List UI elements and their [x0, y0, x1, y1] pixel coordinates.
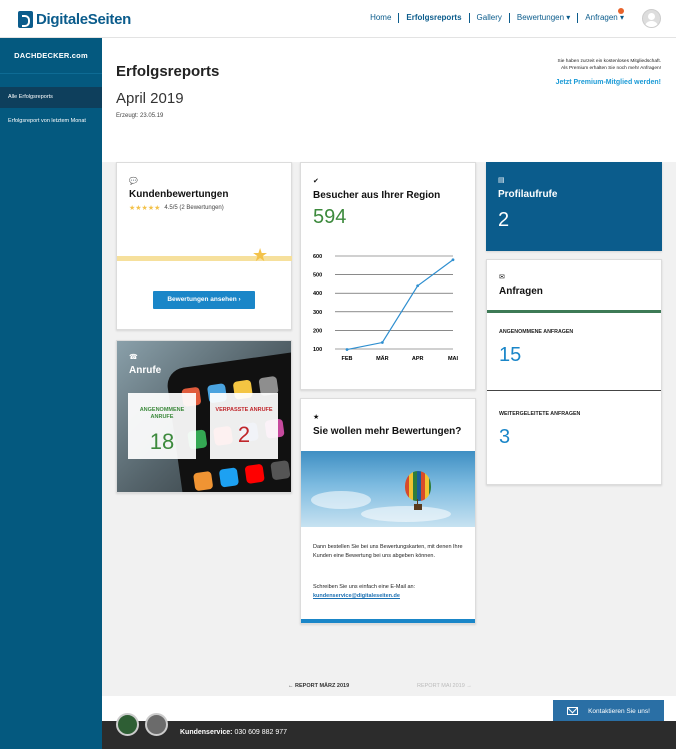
footer: Kundenservice: 030 609 882 977 — [102, 713, 676, 749]
profile-views-title: Profilaufrufe — [498, 189, 558, 200]
inquiries-title: Anfragen — [499, 286, 543, 297]
calls-card: ☎ Anrufe ANGENOMMENE ANRUFE 18 VERPASSTE… — [116, 340, 292, 493]
certificate-seal-icon — [145, 713, 168, 736]
nav-home[interactable]: Home — [363, 13, 398, 23]
site-logo[interactable]: DigitaleSeiten — [18, 9, 131, 29]
accepted-calls-value: 18 — [149, 429, 175, 454]
trust-seal-icon — [116, 713, 139, 736]
reviews-title: Kundenbewertungen — [129, 189, 229, 200]
y-tick-label: 200 — [313, 328, 322, 334]
customer-service: Kundenservice: 030 609 882 977 — [180, 729, 287, 736]
contact-button-label: Kontaktieren Sie uns! — [588, 707, 650, 715]
premium-link[interactable]: Jetzt Premium-Mitglied werden! — [556, 79, 661, 86]
balloon-photo — [301, 451, 475, 527]
premium-note-line-2: Als Premium erhalten Sie noch mehr Anfra… — [561, 65, 661, 71]
top-bar: DigitaleSeiten Home Erfolgsreports Galle… — [0, 0, 676, 38]
envelope-icon: ✉ — [499, 274, 505, 281]
email-prompt: Schreiben Sie uns einfach eine E-Mail an… — [313, 584, 416, 590]
accepted-calls-box: ANGENOMMENE ANRUFE 18 — [128, 393, 196, 459]
more-reviews-text: Dann bestellen Sie bei uns Bewertungskar… — [313, 544, 463, 559]
nav-bewertungen[interactable]: Bewertungen ▾ — [508, 13, 577, 23]
reviews-card: 💬 Kundenbewertungen ★★★★★ 4.5/5 (2 Bewer… — [116, 162, 292, 330]
id-card-icon: ▤ — [498, 177, 505, 184]
profile-views-card: ▤ Profilaufrufe 2 — [486, 162, 662, 251]
star-icon: ★ — [252, 245, 269, 265]
nav-anfragen[interactable]: Anfragen ▾ 2 — [577, 8, 631, 23]
missed-calls-label: VERPASSTE ANRUFE — [215, 407, 273, 413]
data-point — [451, 258, 455, 262]
dashboard-area: 💬 Kundenbewertungen ★★★★★ 4.5/5 (2 Bewer… — [102, 162, 676, 696]
inquiries-divider — [487, 390, 661, 391]
logo-text: DigitaleSeiten — [36, 10, 131, 28]
more-reviews-title: Sie wollen mehr Bewertungen? — [313, 426, 462, 437]
visitors-line-chart: 100 200 300 400 500 600 FEB MÄR APR MAI — [313, 254, 459, 362]
missed-calls-box: VERPASSTE ANRUFE 2 — [210, 393, 278, 459]
sidebar-item-last-month[interactable]: Erfolgsreport von letztem Monat — [0, 111, 102, 132]
notification-badge: 2 — [618, 8, 624, 14]
page-title: Erfolgsreports — [116, 63, 220, 80]
y-tick-label: 300 — [313, 310, 322, 316]
next-report-link: REPORT MAI 2019 → — [417, 683, 472, 689]
missed-calls-value: 2 — [237, 422, 251, 447]
x-tick-label: APR — [412, 356, 424, 362]
data-point — [345, 348, 349, 351]
page-header: Erfolgsreports April 2019 Erzeugt: 23.05… — [102, 38, 676, 162]
y-tick-label: 100 — [313, 347, 322, 353]
premium-note-line-1: Sie haben zurzeit ein kostenloses Mitgli… — [557, 59, 661, 64]
prev-report-link[interactable]: ← REPORT MÄRZ 2019 — [288, 683, 349, 689]
main-nav: Home Erfolgsreports Gallery Bewertungen … — [363, 8, 631, 23]
created-date: Erzeugt: 23.05.19 — [116, 113, 164, 119]
hot-air-balloon-image — [405, 471, 431, 501]
stars-icon: ★★★★★ — [129, 205, 161, 212]
accepted-calls-label: ANGENOMMENE ANRUFE — [139, 407, 185, 420]
speech-bubble-icon: 💬 — [129, 178, 138, 185]
nav-anfragen-label: Anfragen ▾ — [585, 13, 624, 22]
email-line: kundenservice@digitaleseiten.de — [313, 592, 468, 601]
sidebar: DACHDECKER.com Alle Erfolgsreports Erfol… — [0, 38, 102, 749]
customer-service-phone[interactable]: 030 609 882 977 — [234, 729, 287, 736]
visitors-series-line — [346, 259, 454, 351]
customer-service-label: Kundenservice: — [180, 729, 233, 736]
email-link[interactable]: kundenservice@digitaleseiten.de — [313, 593, 400, 599]
forwarded-inquiries-value: 3 — [499, 426, 511, 448]
nav-erfolgsreports[interactable]: Erfolgsreports — [398, 13, 468, 23]
phone-icon: ☎ — [129, 354, 138, 361]
y-tick-label: 600 — [313, 254, 322, 260]
sidebar-item-all-reports[interactable]: Alle Erfolgsreports — [0, 87, 102, 108]
main-content: Erfolgsreports April 2019 Erzeugt: 23.05… — [102, 38, 676, 749]
y-tick-label: 400 — [313, 291, 322, 297]
view-reviews-button[interactable]: Bewertungen ansehen › — [153, 291, 255, 309]
x-tick-label: FEB — [342, 356, 353, 362]
x-tick-label: MAI — [448, 356, 459, 362]
data-point — [416, 284, 420, 288]
rating-text: 4.5/5 (2 Bewertungen) — [164, 205, 224, 211]
accepted-inquiries-value: 15 — [499, 344, 522, 366]
sidebar-logo: DACHDECKER.com — [0, 38, 102, 74]
logo-icon — [18, 10, 33, 28]
forwarded-inquiries-label: WEITERGELEITETE ANFRAGEN — [499, 411, 581, 417]
visitors-card: ✔ Besucher aus Ihrer Region 594 100 200 30… — [300, 162, 476, 390]
report-month: April 2019 — [116, 90, 184, 107]
card-accent-strip — [301, 619, 475, 623]
rating-stars: ★★★★★ 4.5/5 (2 Bewertungen) — [129, 204, 224, 212]
y-tick-label: 500 — [313, 273, 322, 279]
contact-button[interactable]: Kontaktieren Sie uns! — [553, 700, 664, 722]
inquiries-accent-line — [487, 310, 661, 313]
x-tick-label: MÄR — [376, 355, 389, 362]
inquiries-card: ✉ Anfragen ANGENOMMENE ANFRAGEN 15 WEITE… — [486, 259, 662, 485]
calls-title: Anrufe — [129, 365, 162, 376]
premium-note: Sie haben zurzeit ein kostenloses Mitgli… — [558, 59, 661, 72]
data-point — [380, 341, 384, 344]
profile-views-value: 2 — [498, 209, 510, 231]
accepted-inquiries-label: ANGENOMMENE ANFRAGEN — [499, 329, 574, 335]
user-avatar-icon[interactable] — [642, 9, 661, 28]
nav-gallery[interactable]: Gallery — [468, 13, 509, 23]
more-reviews-card: ★ Sie wollen mehr Bewertungen? Dann best… — [300, 398, 476, 624]
star-icon: ★ — [313, 414, 320, 421]
envelope-icon — [567, 707, 579, 715]
